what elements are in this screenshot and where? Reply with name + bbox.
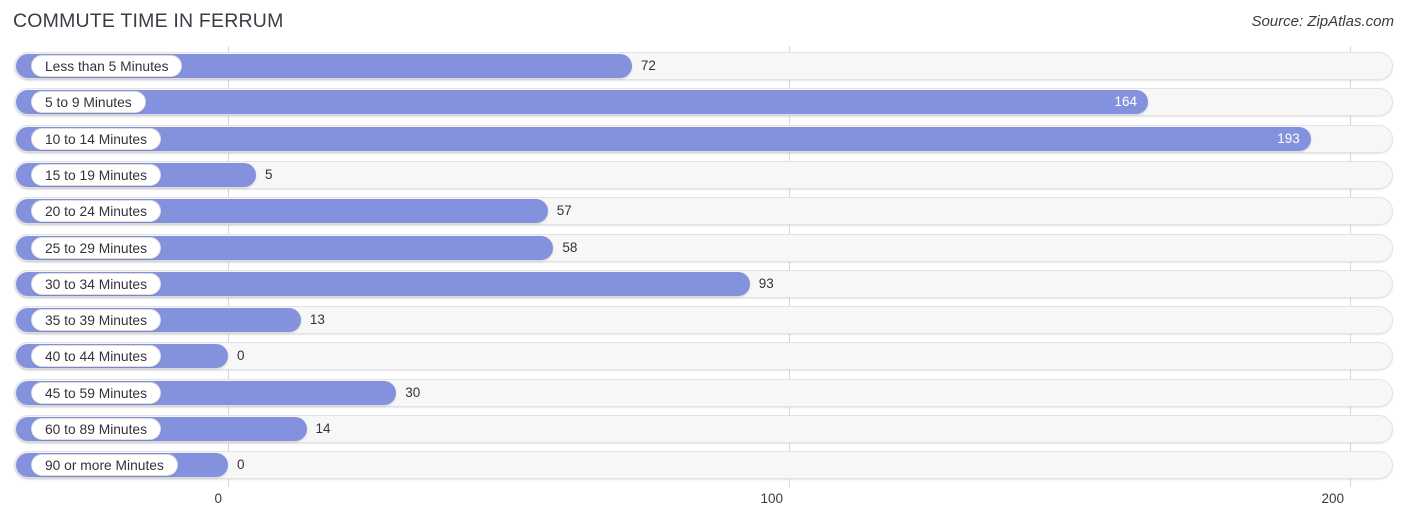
bar-row: 30 to 34 Minutes 93 [0,269,1406,300]
bar-value-label: 14 [315,421,331,436]
bar-value-label: 13 [309,312,325,328]
axis-tick-label: 0 [214,491,222,506]
plot-area: Less than 5 Minutes 72 164 5 to 9 Minutes 19… [0,46,1406,487]
bar[interactable]: 164 [16,90,1149,115]
chart-container: COMMUTE TIME IN FERRUM Source: ZipAtlas.… [0,0,1406,523]
bar-category-label: Less than 5 Minutes [31,55,183,77]
bar-category-label: 20 to 24 Minutes [31,200,162,223]
bar-row: 15 to 19 Minutes 5 [0,160,1406,191]
bar-row: 25 to 29 Minutes 58 [0,233,1406,264]
bar-row: Less than 5 Minutes 72 [0,52,1406,82]
bar-category-label: 30 to 34 Minutes [31,272,162,295]
page-title: COMMUTE TIME IN FERRUM [13,10,284,32]
bar-value-label: 0 [237,348,245,364]
bar-value-label: 57 [556,203,572,219]
bar-category-label: 25 to 29 Minutes [31,236,162,259]
bar[interactable]: 193 [16,126,1311,151]
bar-value-label: 72 [640,58,656,73]
bar-category-label: 35 to 39 Minutes [31,309,162,332]
axis-tick-label: 100 [760,491,783,506]
x-axis: 0 100 200 [0,487,1406,523]
bar-category-label: 15 to 19 Minutes [31,163,162,186]
source-attribution: Source: ZipAtlas.com [1251,13,1394,30]
axis-tick-label: 200 [1321,491,1344,506]
bar-row: 40 to 44 Minutes 0 [0,342,1406,372]
bar-value-label: 5 [265,166,273,182]
bar-value-label: 193 [1277,130,1300,146]
bar-value-label: 93 [758,275,774,291]
bar-category-label: 90 or more Minutes [31,454,178,477]
bar-value-label: 0 [237,457,245,473]
bar-row: 20 to 24 Minutes 57 [0,197,1406,227]
bar-row: 45 to 59 Minutes 30 [0,378,1406,409]
bar-value-label: 58 [562,239,578,255]
bar-row: 60 to 89 Minutes 14 [0,415,1406,445]
bar-category-label: 40 to 44 Minutes [31,345,162,368]
bar-category-label: 45 to 59 Minutes [31,381,162,404]
bar-category-label: 5 to 9 Minutes [31,91,146,114]
bar-row: 90 or more Minutes 0 [0,451,1406,481]
bar-category-label: 10 to 14 Minutes [31,127,162,150]
bar-value-label: 30 [405,384,421,400]
bar-row: 193 10 to 14 Minutes [0,124,1406,155]
bar-row: 35 to 39 Minutes 13 [0,306,1406,336]
bar-category-label: 60 to 89 Minutes [31,418,162,440]
bar-row: 164 5 to 9 Minutes [0,88,1406,118]
bar-value-label: 164 [1114,94,1138,110]
